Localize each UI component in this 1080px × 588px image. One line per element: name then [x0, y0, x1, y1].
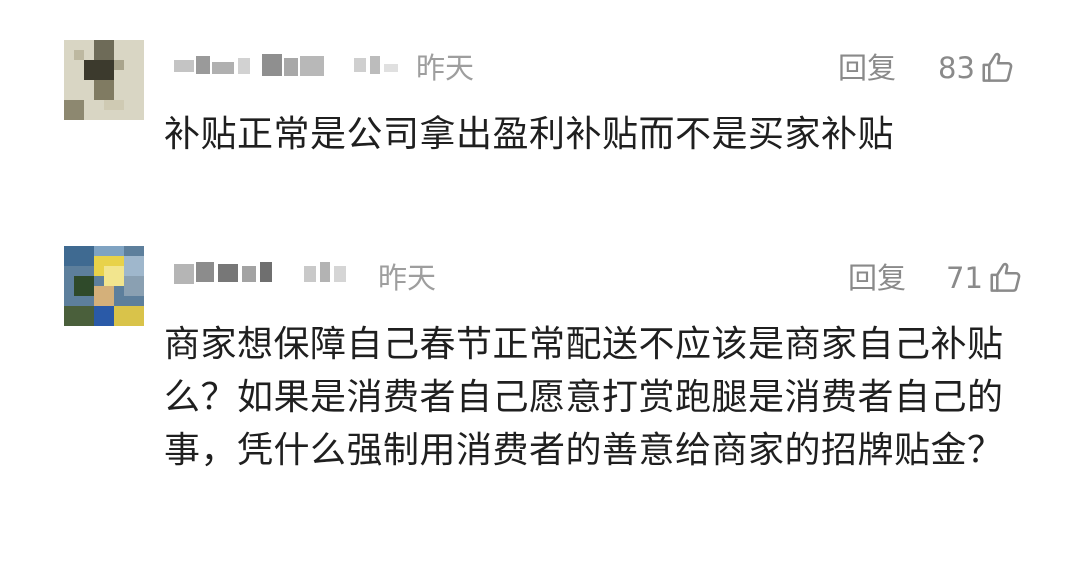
comment-text: 补贴正常是公司拿出盈利补贴而不是买家补贴	[164, 114, 895, 155]
like-button[interactable]: 71	[946, 258, 1025, 298]
comment-list: 昨天 回复 83 补贴正常是公司拿出盈利补贴而不是买家补贴 昨天 回复 71 商…	[0, 0, 1080, 588]
thumbs-up-icon	[990, 262, 1021, 292]
comment-text: 商家想保障自己春节正常配送不应该是商家自己补贴么？如果是消费者自己愿意打赏跑腿是…	[164, 324, 1004, 471]
avatar[interactable]	[64, 246, 144, 326]
reply-button[interactable]: 回复	[838, 50, 896, 86]
like-count: 83	[938, 51, 975, 85]
like-button[interactable]: 83	[938, 48, 1017, 88]
thumbs-up-icon	[982, 52, 1013, 82]
avatar[interactable]	[64, 40, 144, 120]
username[interactable]	[172, 256, 372, 292]
comment-time: 昨天	[416, 51, 475, 85]
comment-item: 昨天 回复 83 补贴正常是公司拿出盈利补贴而不是买家补贴	[0, 0, 1080, 200]
comment-time: 昨天	[378, 261, 437, 295]
like-count: 71	[946, 261, 983, 295]
reply-button[interactable]: 回复	[848, 260, 906, 296]
comment-item: 昨天 回复 71 商家想保障自己春节正常配送不应该是商家自己补贴么？如果是消费者…	[0, 230, 1080, 588]
username[interactable]	[172, 50, 412, 86]
